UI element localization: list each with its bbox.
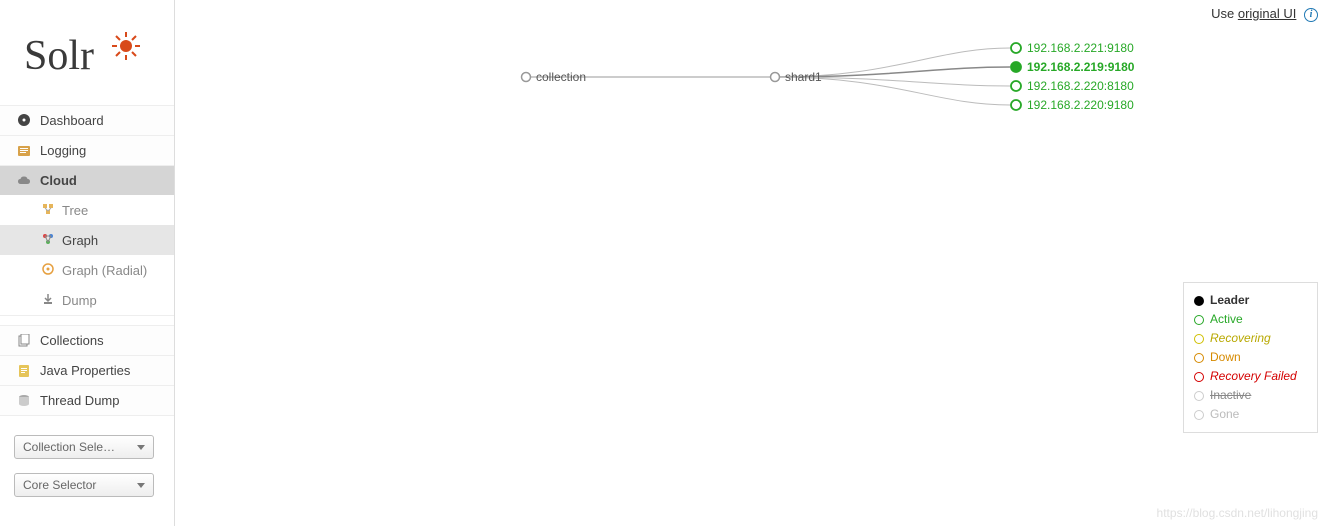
cloud-sub-label: Tree — [62, 203, 88, 218]
graph-node-shard[interactable]: shard1 — [785, 70, 822, 84]
cloud-sub-label: Graph (Radial) — [62, 263, 147, 278]
graph-replica-0[interactable]: 192.168.2.221:9180 — [1027, 41, 1134, 55]
sidebar-item-label: Thread Dump — [40, 393, 119, 408]
cloud-graph-view: collection shard1 192.168.2.221:9180 192… — [175, 0, 1330, 526]
caret-down-icon — [137, 445, 145, 450]
graph-radial-icon — [42, 263, 56, 277]
logging-icon — [16, 143, 32, 159]
java-properties-icon — [16, 363, 32, 379]
tree-icon — [42, 203, 56, 217]
sidebar-item-label: Cloud — [40, 173, 77, 188]
graph-icon — [42, 233, 56, 247]
collection-selector[interactable]: Collection Sele… — [14, 435, 154, 459]
sidebar-item-label: Java Properties — [40, 363, 130, 378]
sidebar-item-cloud[interactable]: Cloud — [0, 165, 174, 195]
sidebar: Solr Dashboard — [0, 0, 175, 526]
legend-gone-icon — [1194, 410, 1204, 420]
sidebar-item-label: Logging — [40, 143, 86, 158]
cloud-graph-svg — [175, 0, 1330, 180]
collections-icon — [16, 333, 32, 349]
dump-icon — [42, 293, 56, 307]
sidebar-item-label: Collections — [40, 333, 104, 348]
graph-legend: Leader Active Recovering Down Recovery F… — [1183, 282, 1318, 433]
graph-node-collection[interactable]: collection — [536, 70, 586, 84]
legend-inactive: Inactive — [1194, 386, 1307, 405]
legend-leader-icon — [1194, 296, 1204, 306]
cloud-sub-graph[interactable]: Graph — [0, 225, 174, 255]
sidebar-item-java-props[interactable]: Java Properties — [0, 355, 174, 385]
sidebar-item-collections[interactable]: Collections — [0, 325, 174, 355]
legend-gone: Gone — [1194, 405, 1307, 424]
core-selector-label: Core Selector — [23, 478, 96, 492]
thread-dump-icon — [16, 393, 32, 409]
cloud-sub-tree[interactable]: Tree — [0, 195, 174, 225]
graph-replica-2[interactable]: 192.168.2.220:8180 — [1027, 79, 1134, 93]
legend-leader: Leader — [1194, 291, 1307, 310]
legend-active: Active — [1194, 310, 1307, 329]
cloud-sub-label: Dump — [62, 293, 97, 308]
legend-inactive-icon — [1194, 391, 1204, 401]
graph-replica-3[interactable]: 192.168.2.220:9180 — [1027, 98, 1134, 112]
legend-recovering: Recovering — [1194, 329, 1307, 348]
solr-logo: Solr — [0, 0, 174, 105]
graph-replica-1[interactable]: 192.168.2.219:9180 — [1027, 60, 1134, 74]
legend-down: Down — [1194, 348, 1307, 367]
legend-down-icon — [1194, 353, 1204, 363]
collection-selector-label: Collection Sele… — [23, 440, 115, 454]
cloud-sub-dump[interactable]: Dump — [0, 285, 174, 315]
legend-recovering-icon — [1194, 334, 1204, 344]
sidebar-item-dashboard[interactable]: Dashboard — [0, 105, 174, 135]
legend-recovery-failed-icon — [1194, 372, 1204, 382]
sidebar-item-thread-dump[interactable]: Thread Dump — [0, 385, 174, 415]
dashboard-icon — [16, 113, 32, 129]
cloud-sub-graph-radial[interactable]: Graph (Radial) — [0, 255, 174, 285]
watermark: https://blog.csdn.net/lihongjing — [1157, 506, 1318, 520]
sidebar-item-label: Dashboard — [40, 113, 104, 128]
legend-recovery-failed: Recovery Failed — [1194, 367, 1307, 386]
legend-active-icon — [1194, 315, 1204, 325]
caret-down-icon — [137, 483, 145, 488]
cloud-icon — [16, 173, 32, 189]
core-selector[interactable]: Core Selector — [14, 473, 154, 497]
svg-text:Solr: Solr — [24, 33, 94, 79]
cloud-sub-label: Graph — [62, 233, 98, 248]
sidebar-item-logging[interactable]: Logging — [0, 135, 174, 165]
